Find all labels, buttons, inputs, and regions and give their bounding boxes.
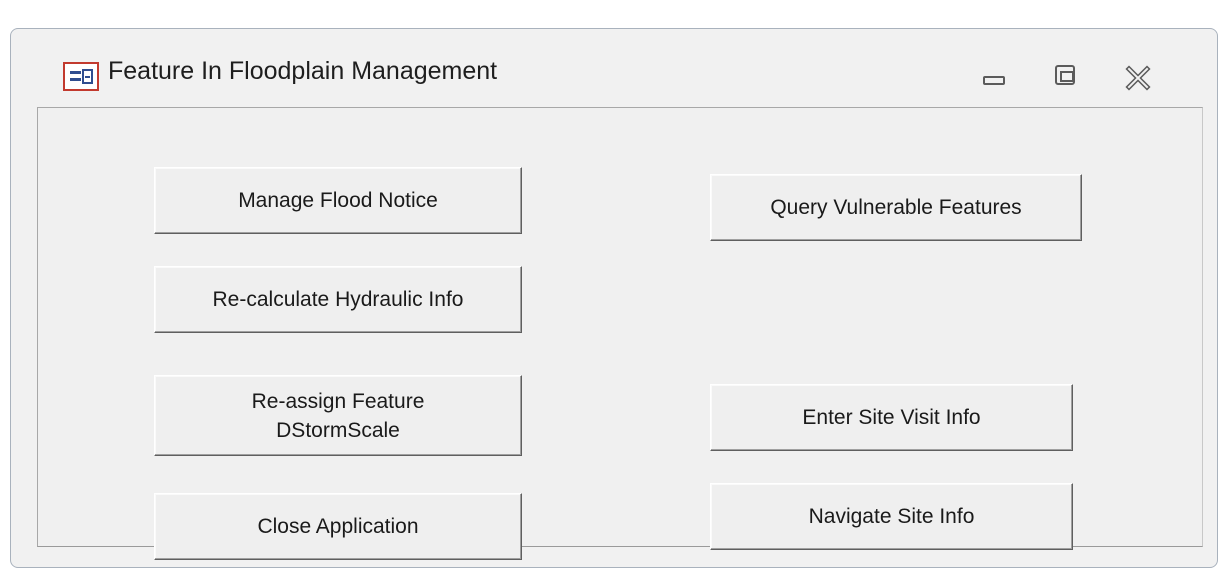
reassign-feature-dstormscale-button[interactable]: Re-assign Feature DStormScale [154, 375, 522, 456]
enter-site-visit-info-label: Enter Site Visit Info [802, 406, 981, 429]
recalculate-hydraulic-info-button[interactable]: Re-calculate Hydraulic Info [154, 266, 522, 333]
minimize-button[interactable] [979, 63, 1009, 91]
recalculate-hydraulic-info-label: Re-calculate Hydraulic Info [212, 288, 464, 311]
reassign-feature-dstormscale-label: Re-assign Feature DStormScale [251, 389, 425, 442]
restore-button[interactable] [1051, 63, 1081, 91]
close-button[interactable] [1123, 63, 1153, 91]
query-vulnerable-features-label: Query Vulnerable Features [770, 196, 1022, 219]
close-application-button[interactable]: Close Application [154, 493, 522, 560]
form-icon [63, 62, 99, 91]
close-application-label: Close Application [257, 515, 419, 538]
navigate-site-info-button[interactable]: Navigate Site Info [710, 483, 1073, 550]
enter-site-visit-info-button[interactable]: Enter Site Visit Info [710, 384, 1073, 451]
minimize-icon [983, 76, 1005, 85]
title-bar[interactable]: Feature In Floodplain Management [11, 29, 1217, 111]
close-icon [1125, 65, 1151, 91]
form-body: Manage Flood Notice Query Vulnerable Fea… [37, 107, 1203, 560]
navigate-site-info-label: Navigate Site Info [808, 505, 975, 528]
manage-flood-notice-label: Manage Flood Notice [238, 189, 438, 212]
window-title: Feature In Floodplain Management [108, 57, 498, 85]
query-vulnerable-features-button[interactable]: Query Vulnerable Features [710, 174, 1082, 241]
manage-flood-notice-button[interactable]: Manage Flood Notice [154, 167, 522, 234]
restore-icon [1055, 65, 1075, 85]
form-window: Feature In Floodplain Management Manage … [10, 28, 1218, 568]
